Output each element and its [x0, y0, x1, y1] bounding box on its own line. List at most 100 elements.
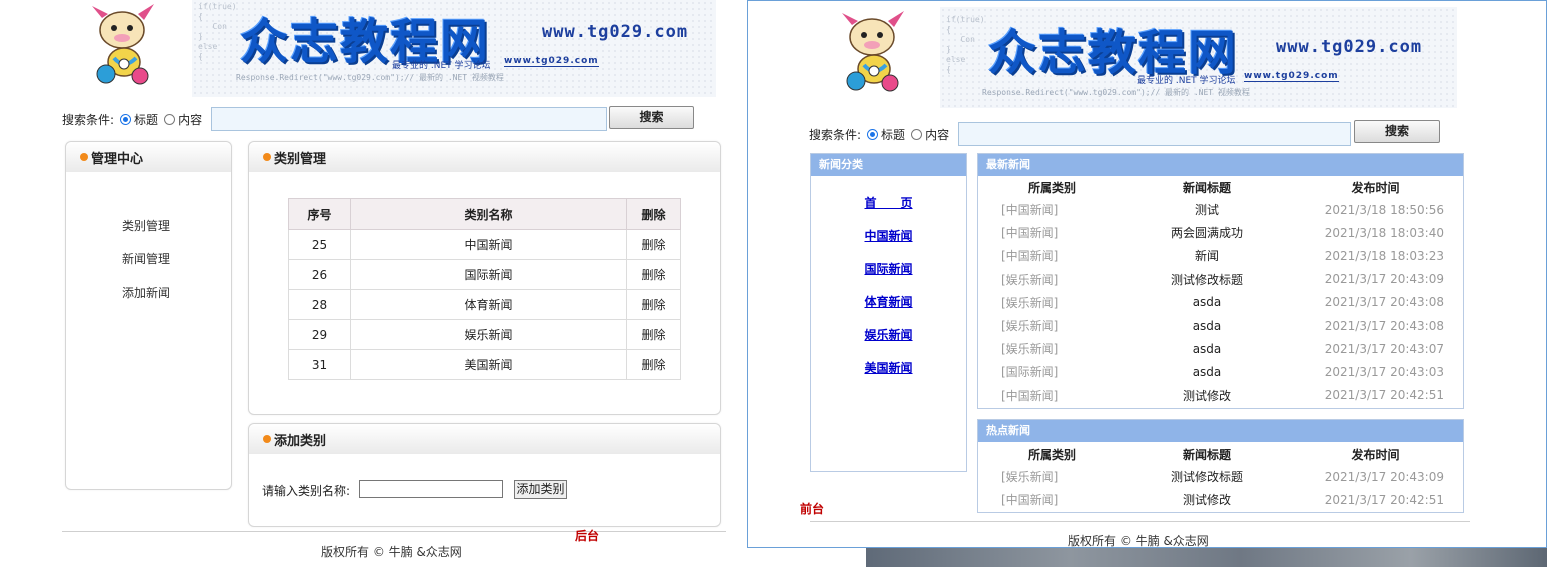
- table-row: 28 体育新闻 删除: [288, 289, 681, 320]
- category-table-header: 序号 类别名称 删除: [288, 198, 681, 230]
- search-option-title-label: 标题: [134, 113, 159, 127]
- latest-news-header: 所属类别 新闻标题 发布时间: [977, 176, 1464, 198]
- cell-name: 中国新闻: [350, 229, 627, 260]
- mascot-logo: [834, 7, 916, 97]
- news-category-title: 新闻分类: [811, 154, 966, 176]
- news-time: 2021/3/17 20:43:08: [1324, 295, 1444, 310]
- cell-id: 31: [288, 349, 351, 380]
- news-category: [娱乐新闻]: [1001, 342, 1059, 357]
- search-bar: 搜索条件: 标题 内容: [809, 126, 949, 143]
- search-label: 搜索条件:: [62, 113, 115, 127]
- col-name: 类别名称: [350, 198, 627, 230]
- nav-link-us-news[interactable]: 美国新闻: [810, 359, 967, 376]
- news-time: 2021/3/17 20:43:09: [1324, 469, 1444, 484]
- brand-small-url: www.tg029.com: [504, 56, 599, 67]
- orange-bullet-icon: [80, 153, 88, 161]
- cell-name: 美国新闻: [350, 349, 627, 380]
- table-row: [娱乐新闻] 测试修改标题 2021/3/17 20:43:09: [977, 465, 1464, 488]
- cell-name: 娱乐新闻: [350, 319, 627, 350]
- cell-id: 29: [288, 319, 351, 350]
- search-option-title-radio[interactable]: [867, 129, 879, 140]
- table-row: [中国新闻] 两会圆满成功 2021/3/18 18:03:40: [977, 221, 1464, 244]
- footer-divider: [810, 521, 1470, 522]
- sidebar-item-category-manage[interactable]: 类别管理: [122, 217, 170, 234]
- hot-news-header: 所属类别 新闻标题 发布时间: [977, 443, 1464, 465]
- delete-link[interactable]: 删除: [626, 349, 681, 380]
- delete-link[interactable]: 删除: [626, 259, 681, 290]
- sidebar-item-news-manage[interactable]: 新闻管理: [122, 250, 170, 267]
- table-row: [娱乐新闻] asda 2021/3/17 20:43:08: [977, 314, 1464, 337]
- add-category-title: 添加类别: [274, 433, 327, 449]
- brand-url: www.tg029.com: [1276, 37, 1423, 57]
- search-button[interactable]: 搜索: [1354, 120, 1440, 143]
- col-delete: 删除: [626, 198, 681, 230]
- cell-id: 28: [288, 289, 351, 320]
- search-option-content-radio[interactable]: [911, 129, 923, 140]
- add-category-button[interactable]: 添加类别: [514, 480, 567, 499]
- nav-link-world-news[interactable]: 国际新闻: [810, 260, 967, 277]
- news-category: [中国新闻]: [1001, 203, 1059, 218]
- nav-link-home[interactable]: 首 页: [810, 194, 967, 211]
- latest-news-table: 所属类别 新闻标题 发布时间 [中国新闻] 测试 2021/3/18 18:50:5…: [977, 176, 1464, 407]
- news-category: [中国新闻]: [1001, 226, 1059, 241]
- backend-tag: 后台: [575, 529, 600, 543]
- delete-link[interactable]: 删除: [626, 319, 681, 350]
- table-row: [中国新闻] 测试修改 2021/3/17 20:42:51: [977, 488, 1464, 511]
- news-title-link[interactable]: 测试修改标题: [1127, 465, 1287, 488]
- table-row: [中国新闻] 新闻 2021/3/18 18:03:23: [977, 244, 1464, 267]
- add-category-label: 请输入类别名称:: [262, 484, 351, 498]
- news-time: 2021/3/17 20:42:51: [1324, 492, 1444, 507]
- news-title-link[interactable]: 新闻: [1127, 244, 1287, 267]
- news-title-link[interactable]: 测试: [1127, 198, 1287, 221]
- table-row: 26 国际新闻 删除: [288, 259, 681, 290]
- delete-link[interactable]: 删除: [626, 289, 681, 320]
- news-category: [中国新闻]: [1001, 493, 1059, 508]
- news-time: 2021/3/17 20:43:08: [1324, 318, 1444, 333]
- news-title-link[interactable]: 测试修改: [1127, 384, 1287, 407]
- cell-name: 体育新闻: [350, 289, 627, 320]
- admin-sidebar-header: 管理中心: [66, 142, 231, 172]
- nav-link-sports-news[interactable]: 体育新闻: [810, 293, 967, 310]
- search-label: 搜索条件:: [809, 128, 862, 142]
- sidebar-item-add-news[interactable]: 添加新闻: [122, 284, 170, 301]
- backend-footer: 版权所有 © 牛腩 &众志网: [321, 545, 462, 559]
- frontend-footer: 版权所有 © 牛腩 &众志网: [1068, 534, 1209, 548]
- table-row: [娱乐新闻] 测试修改标题 2021/3/17 20:43:09: [977, 268, 1464, 291]
- news-title-link[interactable]: asda: [1127, 337, 1287, 360]
- search-bar: 搜索条件: 标题 内容: [62, 111, 202, 128]
- orange-bullet-icon: [263, 153, 271, 161]
- search-option-content-label: 内容: [925, 128, 950, 142]
- news-title-link[interactable]: asda: [1127, 291, 1287, 314]
- news-title-link[interactable]: asda: [1127, 314, 1287, 337]
- nav-link-china-news[interactable]: 中国新闻: [810, 227, 967, 244]
- admin-sidebar: 管理中心: [65, 141, 232, 490]
- search-input[interactable]: [958, 122, 1351, 146]
- table-row: [国际新闻] asda 2021/3/17 20:43:03: [977, 360, 1464, 383]
- col-id: 序号: [288, 198, 351, 230]
- brand-slogan: 最专业的 .NET 学习论坛: [1137, 76, 1236, 86]
- news-title-link[interactable]: 测试修改: [1127, 488, 1287, 511]
- search-input[interactable]: [211, 107, 607, 131]
- nav-link-entertainment-news[interactable]: 娱乐新闻: [810, 326, 967, 343]
- search-option-content-radio[interactable]: [164, 114, 176, 125]
- news-time: 2021/3/18 18:50:56: [1324, 202, 1444, 217]
- search-option-title-radio[interactable]: [120, 114, 132, 125]
- hot-news-title: 热点新闻: [978, 420, 1463, 442]
- table-row: [娱乐新闻] asda 2021/3/17 20:43:07: [977, 337, 1464, 360]
- news-title-link[interactable]: 两会圆满成功: [1127, 221, 1287, 244]
- brand-small-url: www.tg029.com: [1244, 71, 1339, 82]
- background-photo: [866, 548, 1547, 567]
- cell-id: 26: [288, 259, 351, 290]
- news-title-link[interactable]: 测试修改标题: [1127, 268, 1287, 291]
- latest-news-title: 最新新闻: [978, 154, 1463, 176]
- news-time: 2021/3/18 18:03:40: [1324, 225, 1444, 240]
- frontend-window: if(true) { Con } else { 众志教程网 www.tg029.…: [747, 0, 1547, 548]
- delete-link[interactable]: 删除: [626, 229, 681, 260]
- category-name-input[interactable]: [359, 480, 503, 498]
- col-category: 所属类别: [1027, 180, 1076, 195]
- news-title-link[interactable]: asda: [1127, 360, 1287, 383]
- category-panel-title: 类别管理: [274, 151, 327, 167]
- search-button[interactable]: 搜索: [609, 106, 694, 129]
- table-row: [中国新闻] 测试修改 2021/3/17 20:42:51: [977, 384, 1464, 407]
- redirect-text: Response.Redirect("www.tg029.com");// 最新…: [982, 88, 1250, 97]
